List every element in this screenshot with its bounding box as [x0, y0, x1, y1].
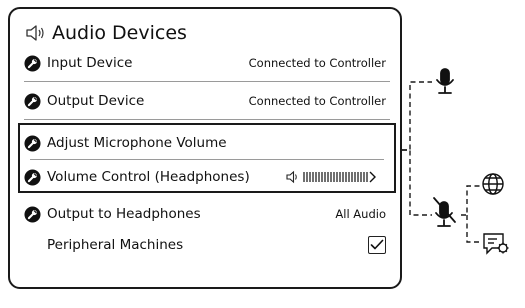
- wrench-icon: [24, 92, 41, 110]
- dashed-connector: [402, 81, 432, 151]
- volume-control-row[interactable]: Volume Control (Headphones): [24, 165, 386, 189]
- chat-settings-icon[interactable]: [483, 233, 509, 255]
- audio-devices-panel: Audio Devices Input Device Connected to …: [8, 7, 402, 289]
- adjust-microphone-volume-row[interactable]: Adjust Microphone Volume: [24, 131, 386, 155]
- output-device-row[interactable]: Output Device Connected to Controller: [24, 89, 386, 113]
- volume-bars: [286, 170, 376, 184]
- output-device-label: Output Device: [47, 93, 145, 109]
- input-device-label: Input Device: [47, 55, 133, 71]
- output-device-status: Connected to Controller: [248, 94, 386, 108]
- wrench-icon: [24, 205, 41, 223]
- volume-slider[interactable]: [286, 170, 386, 184]
- peripheral-machines-label: Peripheral Machines: [47, 237, 184, 253]
- output-to-headphones-label: Output to Headphones: [47, 206, 201, 222]
- wrench-icon: [24, 134, 41, 152]
- globe-icon[interactable]: [482, 173, 504, 195]
- wrench-icon: [24, 168, 41, 186]
- microphone-icon[interactable]: [436, 68, 454, 94]
- output-to-headphones-row[interactable]: Output to Headphones All Audio: [24, 202, 386, 226]
- chevron-right-icon: [369, 171, 376, 183]
- peripheral-machines-row[interactable]: Peripheral Machines: [24, 233, 386, 257]
- speaker-icon: [26, 25, 44, 41]
- checkmark-icon: [370, 239, 384, 250]
- adjust-microphone-volume-label: Adjust Microphone Volume: [47, 135, 227, 151]
- divider: [24, 119, 390, 120]
- panel-header: Audio Devices: [24, 19, 187, 47]
- volume-control-label: Volume Control (Headphones): [47, 169, 250, 185]
- wrench-icon: [24, 54, 41, 72]
- dashed-connector: [461, 185, 480, 216]
- dashed-connector: [402, 149, 432, 216]
- input-device-status: Connected to Controller: [248, 56, 386, 70]
- divider: [24, 81, 390, 82]
- output-to-headphones-value: All Audio: [335, 207, 386, 221]
- panel-title: Audio Devices: [52, 22, 187, 44]
- dashed-connector: [466, 215, 480, 243]
- input-device-row[interactable]: Input Device Connected to Controller: [24, 51, 386, 75]
- speaker-small-icon: [286, 170, 297, 184]
- divider: [30, 159, 384, 160]
- peripheral-machines-checkbox[interactable]: [368, 236, 386, 254]
- microphone-muted-icon[interactable]: [433, 197, 456, 227]
